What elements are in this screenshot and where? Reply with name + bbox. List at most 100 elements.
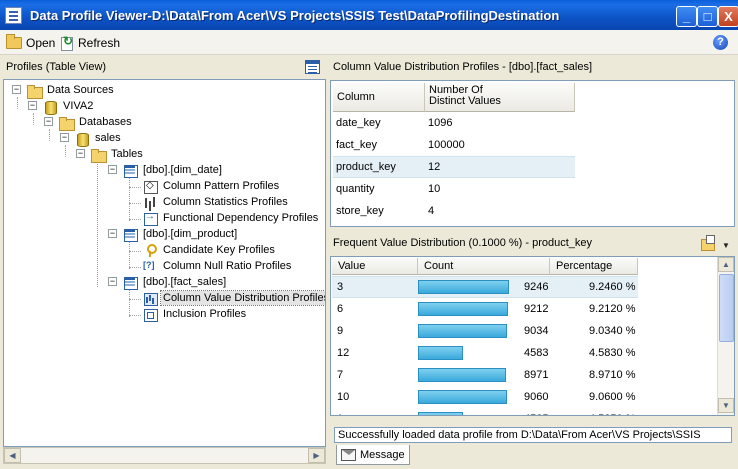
percentage-value: 9.0600 % <box>589 391 636 403</box>
count-value: 8971 <box>524 369 549 381</box>
table-row[interactable]: 9 <box>334 320 346 342</box>
table-cell[interactable]: 12 <box>425 156 443 178</box>
frequent-value-grid[interactable]: Value Count Percentage 3 9246 9.2460 % 6 921… <box>330 256 735 416</box>
expand-data-sources[interactable]: − <box>12 85 21 94</box>
tree-node-tables[interactable]: Tables <box>90 146 145 163</box>
count-value: 9246 <box>524 281 549 293</box>
tree-node-column-statistics-profiles[interactable]: Column Statistics Profiles <box>142 194 290 210</box>
tree-node-viva2[interactable]: VIVA2 <box>42 98 95 115</box>
minimize-button[interactable]: _ <box>676 6 697 27</box>
column-header-column[interactable]: Column <box>333 83 425 112</box>
refresh-button[interactable]: Refresh <box>60 34 120 51</box>
message-text: Successfully loaded data profile from D:… <box>334 427 732 443</box>
column-header-percentage[interactable]: Percentage <box>550 258 638 275</box>
export-icon[interactable] <box>700 235 715 251</box>
tree-node-fact-sales[interactable]: [dbo].[fact_sales] <box>122 274 228 290</box>
statistics-profile-icon <box>142 195 158 210</box>
table-row[interactable]: store_key <box>333 200 387 222</box>
maximize-button[interactable]: □ <box>697 6 718 27</box>
table-row[interactable]: fact_key <box>333 134 380 156</box>
table-row[interactable]: 7 <box>334 364 346 386</box>
tree-node-sales[interactable]: sales <box>74 130 123 147</box>
tree-node-databases[interactable]: Databases <box>58 114 134 131</box>
expand-databases[interactable]: − <box>44 117 53 126</box>
expand-viva2[interactable]: − <box>28 101 37 110</box>
expand-tables[interactable]: − <box>76 149 85 158</box>
tree-node-dim-date[interactable]: [dbo].[dim_date] <box>122 162 224 178</box>
scroll-right-icon[interactable]: ▶ <box>308 448 325 463</box>
app-icon <box>5 7 22 24</box>
table-row[interactable]: 6 <box>334 298 346 320</box>
window-title: Data Profile Viewer-D:\Data\From Acer\VS… <box>30 8 560 23</box>
table-row[interactable]: 10 <box>334 386 352 408</box>
tree-node-functional-dependency-profiles[interactable]: Functional Dependency Profiles <box>142 210 320 226</box>
database-icon <box>74 131 90 147</box>
percentage-value: 9.2460 % <box>589 281 636 293</box>
tree-node-candidate-key-profiles[interactable]: Candidate Key Profiles <box>142 242 277 258</box>
column-header-count[interactable]: Count <box>418 258 550 275</box>
open-folder-icon <box>6 33 22 49</box>
functional-dependency-icon <box>142 211 158 226</box>
table-cell[interactable]: 100000 <box>425 134 468 156</box>
message-tab[interactable]: Message <box>336 445 410 465</box>
table-icon <box>122 227 138 242</box>
chevron-down-icon[interactable]: ▼ <box>722 241 730 250</box>
count-value: 9212 <box>524 303 549 315</box>
count-value: 4585 <box>521 408 551 415</box>
count-bar <box>418 302 508 316</box>
tree-node-column-pattern-profiles[interactable]: Column Pattern Profiles <box>142 178 281 194</box>
refresh-icon <box>60 34 74 51</box>
open-button[interactable]: Open <box>6 33 55 51</box>
toolbar: Open Refresh ? <box>0 30 738 55</box>
scroll-left-icon[interactable]: ◀ <box>4 448 21 463</box>
table-row[interactable]: date_key <box>333 112 384 134</box>
tree-node-column-value-distribution-profiles[interactable]: Column Value Distribution Profiles <box>142 290 325 306</box>
table-cell[interactable]: 1096 <box>425 112 455 134</box>
count-bar <box>418 280 509 294</box>
profiles-tree[interactable]: − − − − − − − − Data Sources VIVA2 Datab… <box>3 79 326 447</box>
tree-horizontal-scrollbar[interactable]: ◀ ▶ <box>3 447 326 464</box>
folder-icon <box>90 147 107 163</box>
table-icon <box>122 163 138 178</box>
expand-sales[interactable]: − <box>60 133 69 142</box>
table-row[interactable]: quantity <box>333 178 378 200</box>
profile-panel-header: Column Value Distribution Profiles - [db… <box>330 56 738 79</box>
tree-node-dim-product[interactable]: [dbo].[dim_product] <box>122 226 239 242</box>
frequent-value-vertical-scrollbar[interactable]: ▲ ▼ <box>717 257 734 415</box>
refresh-label: Refresh <box>78 35 121 50</box>
help-icon[interactable]: ? <box>713 35 728 50</box>
tree-node-inclusion-profiles[interactable]: Inclusion Profiles <box>142 306 248 322</box>
column-header-value[interactable]: Value <box>332 258 418 275</box>
table-row[interactable]: 12 <box>334 342 352 364</box>
expand-fact-sales[interactable]: − <box>108 277 117 286</box>
close-button[interactable]: X <box>718 6 738 27</box>
tree-node-column-null-ratio-profiles[interactable]: Column Null Ratio Profiles <box>142 258 293 274</box>
column-header-distinct-values[interactable]: Number Of Distinct Values <box>425 83 575 112</box>
tree-node-data-sources[interactable]: Data Sources <box>26 82 116 99</box>
count-value: 9060 <box>524 391 549 403</box>
count-bar <box>418 346 463 360</box>
percentage-value: 4.5850 % <box>586 408 636 415</box>
table-cell[interactable]: 4 <box>425 200 437 222</box>
scroll-down-icon[interactable]: ▼ <box>718 398 734 413</box>
count-bar <box>418 324 507 338</box>
scroll-up-icon[interactable]: ▲ <box>718 257 734 272</box>
percentage-value: 9.2120 % <box>589 303 636 315</box>
frequent-value-header: Frequent Value Distribution (0.1000 %) -… <box>330 234 738 254</box>
expand-dim-date[interactable]: − <box>108 165 117 174</box>
scroll-thumb[interactable] <box>719 274 734 342</box>
expand-dim-product[interactable]: − <box>108 229 117 238</box>
profile-panel-title: Column Value Distribution Profiles - [db… <box>333 61 593 73</box>
table-row[interactable]: product_key <box>333 156 399 178</box>
value-distribution-icon <box>142 291 158 306</box>
null-ratio-icon <box>142 259 158 274</box>
table-row[interactable]: 1 <box>334 408 346 415</box>
view-toggle-icon[interactable] <box>305 60 320 74</box>
table-row[interactable]: 3 <box>334 276 346 298</box>
inclusion-profile-icon <box>142 307 158 322</box>
column-distribution-grid[interactable]: Column Number Of Distinct Values date_ke… <box>330 80 735 227</box>
count-bar <box>418 368 506 382</box>
count-value: 9034 <box>524 325 549 337</box>
table-cell[interactable]: 10 <box>425 178 443 200</box>
title-bar: Data Profile Viewer-D:\Data\From Acer\VS… <box>0 0 738 30</box>
